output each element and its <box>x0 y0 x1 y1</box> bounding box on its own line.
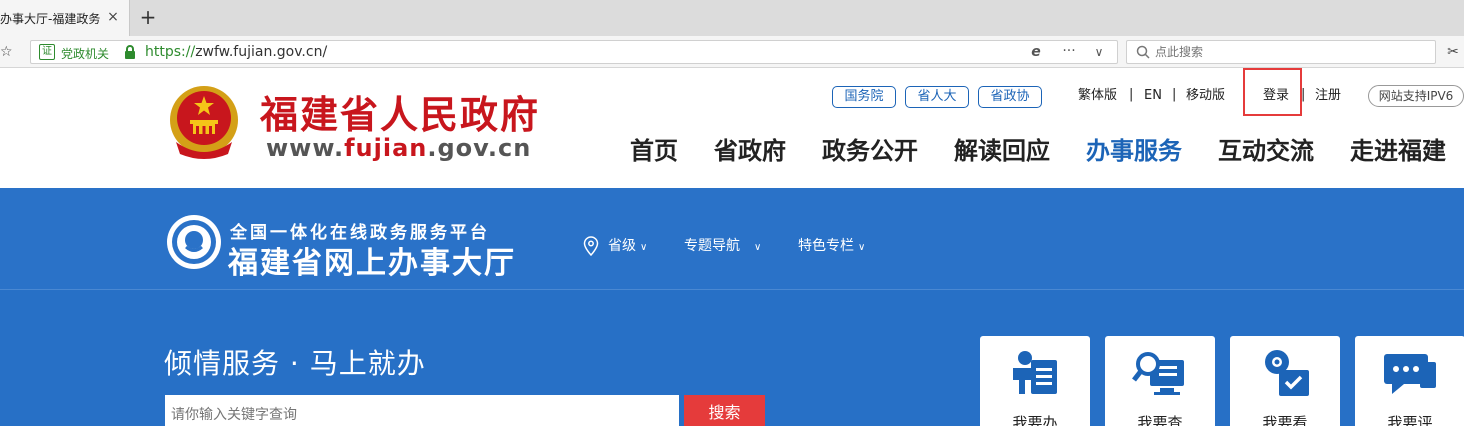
scissors-icon[interactable]: ✂ <box>1444 42 1462 62</box>
ie-compat-icon[interactable]: e <box>1027 43 1045 61</box>
banner-nav-provincial[interactable]: 省级 ∨ <box>608 236 647 258</box>
certificate-icon[interactable]: 证 <box>39 44 55 60</box>
certificate-label[interactable]: 党政机关 <box>61 45 109 62</box>
card-label: 我要评 <box>1387 414 1433 426</box>
nav-interpretation[interactable]: 解读回应 <box>954 136 1050 166</box>
browser-tabbar: 办事大厅-福建政务 × + <box>0 0 1464 36</box>
national-emblem-icon <box>170 86 238 159</box>
browser-addressbar: ☆ 证 党政机关 https://zwfw.fujian.gov.cn/ e ·… <box>0 36 1464 68</box>
star-menu-icon[interactable]: ☆ <box>0 42 20 62</box>
chevron-down-icon: ∨ <box>858 242 866 253</box>
register-link[interactable]: 注册 <box>1315 87 1341 105</box>
site-header: 福建省人民政府 www.fujian.gov.cn 国务院 省人大 省政协 繁体… <box>0 68 1464 188</box>
separator: | <box>1129 87 1134 102</box>
url-field[interactable]: 证 党政机关 https://zwfw.fujian.gov.cn/ e ···… <box>30 40 1118 64</box>
search-icon <box>1136 45 1150 59</box>
url-text[interactable]: https://zwfw.fujian.gov.cn/ <box>145 44 327 60</box>
nav-interaction[interactable]: 互动交流 <box>1218 136 1314 166</box>
service-hall-header: 全国一体化在线政务服务平台 福建省网上办事大厅 省级 ∨ 专题导航 ∨ 特色专栏 ∨ <box>0 188 1464 290</box>
lock-icon <box>125 45 135 59</box>
nav-government-affairs[interactable]: 政务公开 <box>822 136 918 166</box>
site-title[interactable]: 福建省人民政府 <box>260 84 540 139</box>
comment-bubble-icon <box>1384 354 1436 394</box>
card-i-want-to-check[interactable]: 我要查 <box>1105 336 1215 426</box>
banner-nav-features[interactable]: 特色专栏 ∨ <box>798 236 865 258</box>
view-checklist-icon <box>1265 350 1309 396</box>
card-label: 我要查 <box>1137 414 1183 426</box>
nav-provincial-government[interactable]: 省政府 <box>714 136 786 166</box>
separator: | <box>1172 87 1177 102</box>
search-button[interactable]: 搜索 <box>684 395 765 426</box>
chevron-down-icon[interactable]: ∨ <box>1091 43 1107 61</box>
nav-home[interactable]: 首页 <box>630 136 678 166</box>
browser-tab[interactable]: 办事大厅-福建政务 × <box>0 0 130 36</box>
banner-nav-topics[interactable]: 专题导航 ∨ <box>684 236 761 258</box>
new-tab-button[interactable]: + <box>136 4 160 30</box>
more-icon[interactable]: ··· <box>1059 42 1079 60</box>
site-url[interactable]: www.fujian.gov.cn <box>266 134 531 162</box>
card-i-want-to-view[interactable]: 我要看 <box>1230 336 1340 426</box>
link-state-council[interactable]: 国务院 <box>832 86 896 108</box>
mobile-link[interactable]: 移动版 <box>1186 87 1225 105</box>
service-hall-logo-icon <box>167 215 221 269</box>
card-label: 我要办 <box>1012 414 1058 426</box>
card-i-want-to-rate[interactable]: 我要评 <box>1355 336 1464 426</box>
traditional-chinese-link[interactable]: 繁体版 <box>1078 87 1117 105</box>
browser-search-input[interactable] <box>1155 43 1425 61</box>
browser-search-box[interactable] <box>1126 40 1436 64</box>
handle-document-icon <box>1013 351 1057 394</box>
separator: | <box>1301 87 1306 102</box>
ipv6-badge: 网站支持IPV6 <box>1368 85 1464 107</box>
card-label: 我要看 <box>1262 414 1308 426</box>
nav-services[interactable]: 办事服务 <box>1086 136 1182 166</box>
service-hall-title[interactable]: 福建省网上办事大厅 <box>228 238 516 282</box>
close-icon[interactable]: × <box>104 8 122 26</box>
nav-discover-fujian[interactable]: 走进福建 <box>1350 136 1446 166</box>
tab-title: 办事大厅-福建政务 <box>0 12 100 26</box>
chevron-down-icon: ∨ <box>640 242 648 253</box>
card-i-want-to-handle[interactable]: 我要办 <box>980 336 1090 426</box>
link-provincial-congress[interactable]: 省人大 <box>905 86 969 108</box>
location-pin-icon <box>583 236 599 256</box>
login-link[interactable]: 登录 <box>1263 87 1289 105</box>
english-link[interactable]: EN <box>1144 87 1162 105</box>
link-provincial-cppcc[interactable]: 省政协 <box>978 86 1042 108</box>
keyword-search-input[interactable] <box>165 395 679 426</box>
screen: 办事大厅-福建政务 × + ☆ 证 党政机关 https://zwfw.fuji… <box>0 0 1464 426</box>
chevron-down-icon: ∨ <box>754 242 762 253</box>
banner-slogan: 倾情服务 · 马上就办 <box>164 347 426 380</box>
service-hall-banner: 全国一体化在线政务服务平台 福建省网上办事大厅 省级 ∨ 专题导航 ∨ 特色专栏 ∨ … <box>0 188 1464 426</box>
search-screen-icon <box>1132 352 1184 395</box>
